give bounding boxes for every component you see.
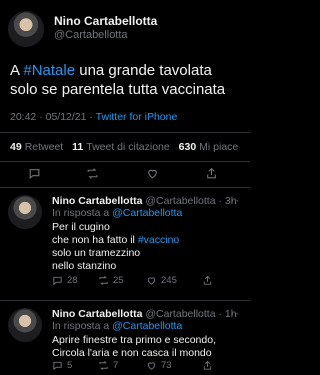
more-icon[interactable]: ··· (226, 308, 240, 320)
reply-line: Per il cugino (52, 221, 110, 233)
author-handle[interactable]: @Cartabellotta (145, 308, 215, 320)
retweet-button[interactable]: 7 (98, 360, 118, 371)
reply-header: Nino Cartabellotta @Cartabellotta · 1h (52, 308, 237, 320)
avatar[interactable] (8, 11, 44, 47)
reply-line: solo un tramezzino (52, 247, 141, 259)
divider (0, 161, 250, 162)
reply-text: Per il cugino che non ha fatto il #vacci… (52, 221, 242, 273)
retweet-button[interactable]: 25 (98, 275, 124, 286)
replies-count: 5 (67, 360, 73, 371)
speech-bubble-icon (53, 276, 62, 286)
replies-count: 28 (67, 275, 78, 286)
author-name[interactable]: Nino Cartabellotta (52, 308, 142, 320)
main-tweet-header: Nino Cartabellotta @Cartabellotta (8, 8, 242, 48)
divider (0, 132, 250, 133)
retweet-icon (99, 361, 108, 370)
author-name[interactable]: Nino Cartabellotta (54, 14, 157, 28)
reply-button[interactable]: 5 (52, 360, 72, 371)
likes-count: 630 (178, 141, 197, 153)
reply-to-link[interactable]: @Cartabellotta (112, 320, 182, 332)
reply-prefix: In risposta a (52, 320, 113, 332)
likes-label: Mi piace (199, 141, 239, 153)
like-button[interactable]: 245 (146, 275, 177, 286)
hashtag-link[interactable]: #vaccino (138, 234, 179, 246)
share-icon (203, 360, 212, 370)
retweets-count: 25 (113, 275, 124, 286)
reply-line-prefix: che non ha fatto il (52, 234, 138, 246)
author-handle[interactable]: @Cartabellotta (54, 29, 128, 41)
heart-icon (147, 362, 156, 370)
retweets-count: 7 (113, 360, 119, 371)
timestamp: 20:42 · 05/12/21 · (10, 111, 96, 123)
share-button[interactable] (202, 275, 213, 286)
reply-tweet[interactable]: Nino Cartabellotta @Cartabellotta · 3h ·… (0, 195, 250, 295)
likes-count: 245 (161, 275, 177, 286)
avatar[interactable] (8, 308, 42, 342)
quotes-count: 11 (72, 141, 84, 153)
likes-stat[interactable]: 630 Mi piace (179, 141, 239, 153)
share-icon[interactable] (205, 167, 218, 180)
more-icon[interactable]: ··· (226, 195, 240, 207)
reply-line: nello stanzino (52, 260, 117, 272)
speech-bubble-icon[interactable] (28, 167, 41, 180)
reply-prefix: In risposta a (52, 207, 113, 219)
retweets-stat[interactable]: 49 Retweet (10, 141, 63, 153)
retweets-label: Retweet (24, 141, 64, 153)
avatar[interactable] (8, 195, 42, 229)
retweet-icon (99, 276, 108, 285)
share-icon (203, 275, 212, 285)
retweet-icon[interactable] (86, 167, 99, 180)
likes-count: 73 (161, 360, 172, 371)
quotes-label: Tweet di citazione (86, 141, 170, 153)
source-link[interactable]: Twitter for iPhone (96, 111, 178, 123)
reply-text: Aprire finestre tra primo e secondo, Cir… (52, 334, 242, 360)
share-button[interactable] (202, 360, 213, 371)
tweet-stats: 49 Retweet 11 Tweet di citazione 630 Mi pia… (10, 141, 238, 153)
tweet-meta: 20:42 · 05/12/21 · Twitter for iPhone (10, 111, 177, 123)
tweet-text: A #Natale una grande tavolata solo se pa… (10, 61, 240, 99)
reply-action-bar: 28 25 245 (52, 275, 232, 289)
divider (0, 187, 250, 188)
reply-context: In risposta a @Cartabellotta (52, 207, 182, 219)
divider (0, 300, 250, 301)
reply-context: In risposta a @Cartabellotta (52, 320, 182, 332)
heart-icon[interactable] (146, 167, 159, 180)
main-action-bar (0, 164, 250, 184)
reply-line: Aprire finestre tra primo e secondo, (52, 334, 216, 346)
reply-button[interactable]: 28 (52, 275, 78, 286)
reply-action-bar: 5 7 73 (52, 360, 232, 374)
reply-line: che non ha fatto il #vaccino (52, 234, 242, 247)
author-name[interactable]: Nino Cartabellotta (52, 195, 142, 207)
quotes-stat[interactable]: 11 Tweet di citazione (72, 141, 170, 153)
author-handle[interactable]: @Cartabellotta (145, 195, 215, 207)
like-button[interactable]: 73 (146, 360, 172, 371)
tweet-text-prefix: A (10, 62, 24, 79)
heart-icon (147, 277, 156, 285)
retweets-count: 49 (10, 141, 22, 153)
reply-tweet[interactable]: Nino Cartabellotta @Cartabellotta · 1h ·… (0, 308, 250, 375)
reply-to-link[interactable]: @Cartabellotta (112, 207, 182, 219)
hashtag-link[interactable]: #Natale (23, 62, 75, 79)
reply-header: Nino Cartabellotta @Cartabellotta · 3h (52, 195, 237, 207)
speech-bubble-icon (53, 361, 62, 371)
reply-line: Circola l'aria e non casca il mondo (52, 347, 212, 359)
